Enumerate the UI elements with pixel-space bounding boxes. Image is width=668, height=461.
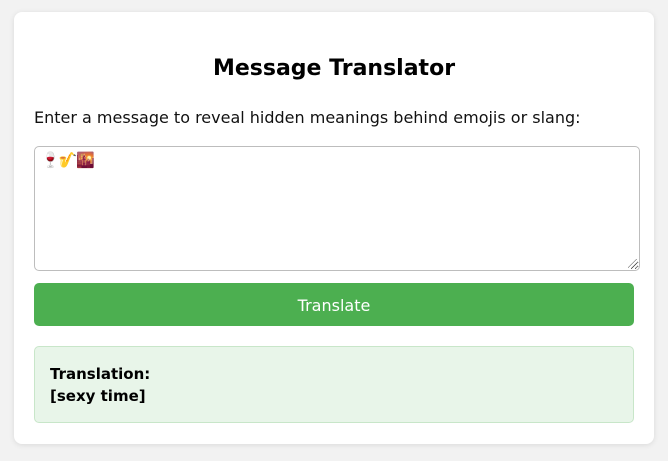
translator-card: Message Translator Enter a message to re… — [14, 12, 654, 444]
translate-button[interactable]: Translate — [34, 283, 634, 326]
translation-heading: Translation: — [50, 365, 151, 383]
input-instructions: Enter a message to reveal hidden meaning… — [34, 108, 581, 127]
translation-result: Translation: [sexy time] — [34, 346, 634, 423]
message-input[interactable]: 🍷🎷🌇 — [34, 146, 640, 271]
resize-handle-icon[interactable] — [628, 259, 637, 268]
translation-text: [sexy time] — [50, 387, 146, 405]
page-title: Message Translator — [212, 56, 456, 81]
message-input-value: 🍷🎷🌇 — [41, 151, 95, 169]
